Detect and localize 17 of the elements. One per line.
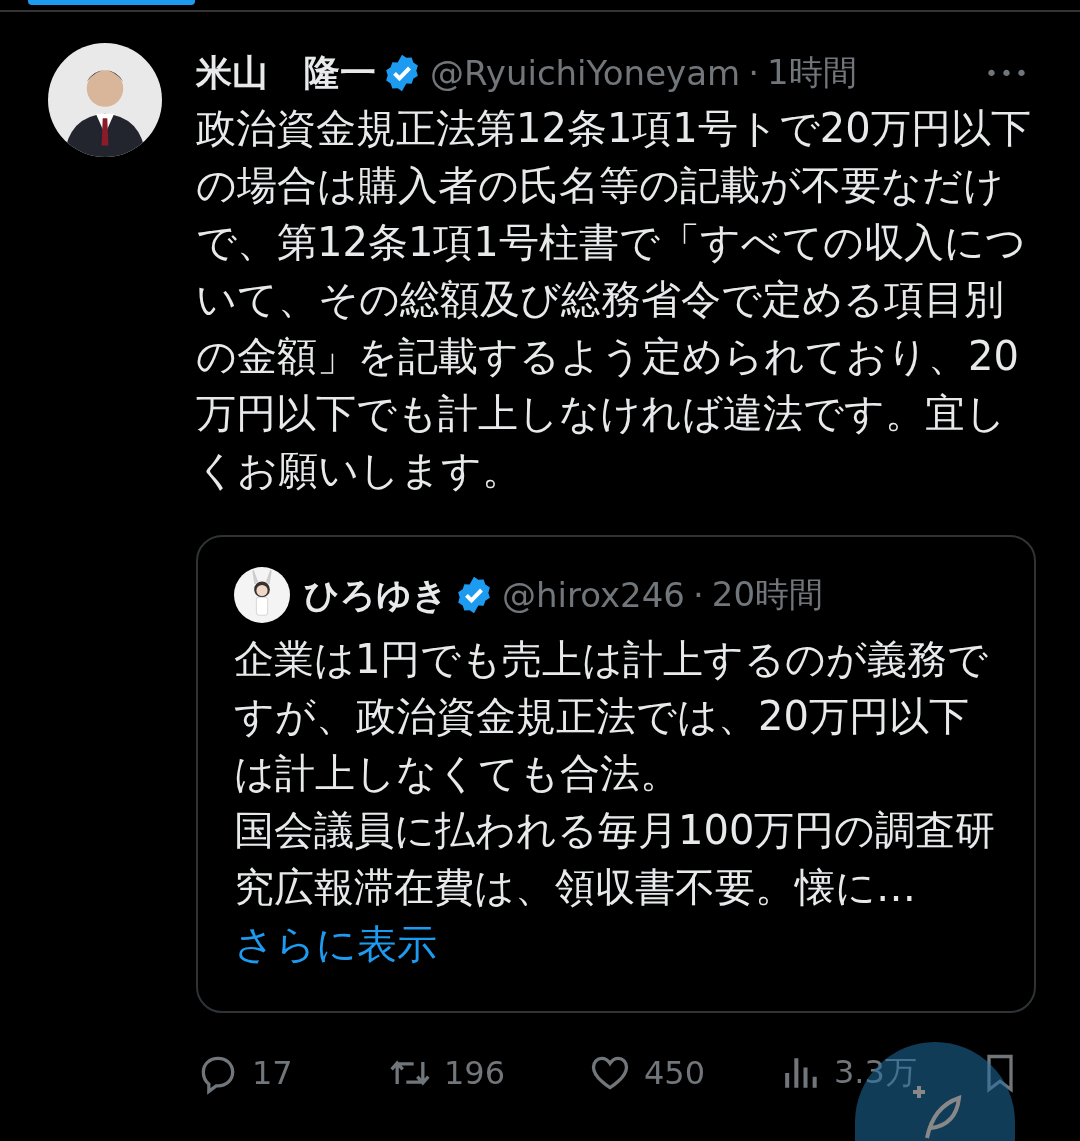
action-count: 17 <box>252 1054 293 1092</box>
user-handle[interactable]: @RyuichiYoneyam <box>430 53 741 93</box>
author-name[interactable]: ひろゆき <box>304 571 448 619</box>
action-count: 450 <box>644 1054 706 1092</box>
quoted-tweet-text: 企業は1円でも売上は計上するのが義務ですが、政治資金規正法では、20万円以下は計上しなくても合法。 <box>234 635 990 798</box>
timestamp[interactable]: 20時間 <box>711 572 824 618</box>
author-name[interactable]: 米山 隆一 <box>196 48 376 98</box>
separator-dot: · <box>693 575 704 615</box>
separator-dot: · <box>748 53 759 93</box>
timestamp[interactable]: 1時間 <box>767 50 857 96</box>
action-count: 196 <box>444 1054 506 1092</box>
quoted-tweet-text: 国会議員に払われる毎月100万円の調査研究広報滞在費は、領収書不要。懐に… <box>234 806 997 912</box>
quoted-tweet-card[interactable]: ひろゆき @hirox246 · 20時間 企業は1円でも売上は計上するのが義務ですが、政治資金規正法では、20万円以下は計上しなくても合法。 国会議員に払われる毎月100万円の調査研究広報滞在費は、領収書不要。懐に… さらに表示 <box>196 535 1036 1013</box>
tweet-text: 政治資金規正法第12条1項1号トで20万円以下の場合は購入者の氏名等の記載が不要なだけで、第12条1項1号柱書で「すべての収入について、その総額及び総務省令で定める項目別の金額」を記載するよう定められており、20万円以下でも計上しなければ違法です。宜しくお願いします。 <box>196 104 1032 495</box>
more-options-icon[interactable]: ••• <box>985 60 1030 86</box>
show-more-link[interactable]: さらに表示 <box>234 916 437 973</box>
user-handle[interactable]: @hirox246 <box>502 575 685 615</box>
